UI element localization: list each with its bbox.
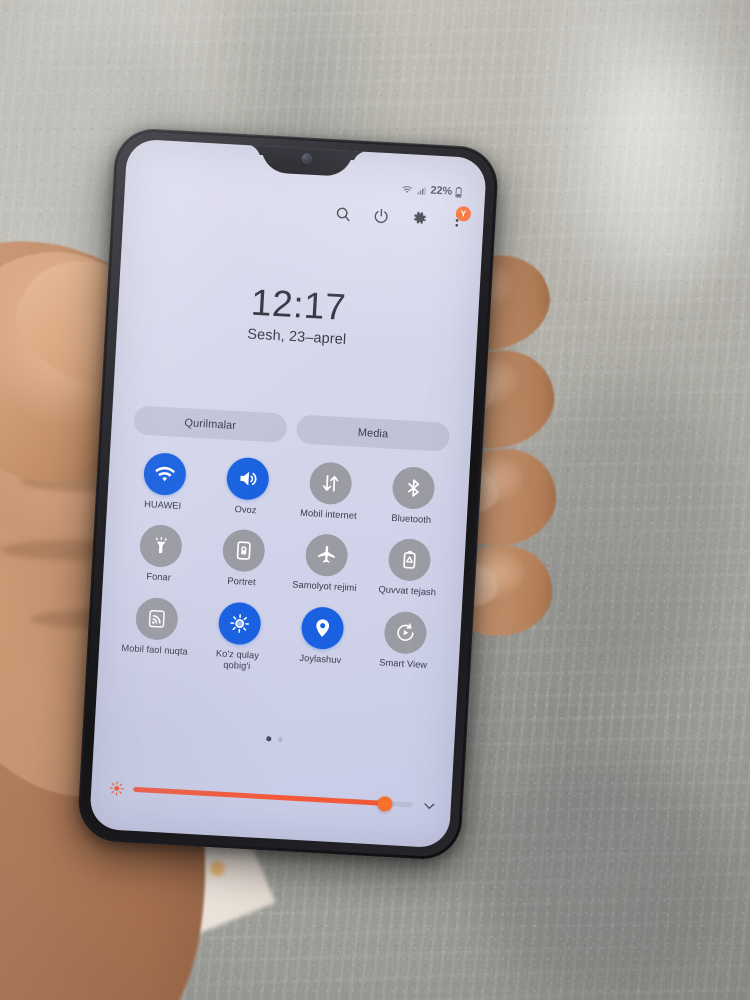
tile-flashlight[interactable]: Fonar — [117, 523, 203, 586]
location-pin-icon — [299, 605, 345, 650]
tile-label: HUAWEI — [143, 498, 182, 512]
tile-label: Quvvat tejash — [378, 584, 437, 598]
more-options-icon[interactable]: Y — [448, 205, 472, 230]
devices-pill[interactable]: Qurilmalar — [133, 405, 288, 443]
battery-percentage: 22% — [430, 184, 453, 198]
page-dot-2[interactable] — [277, 736, 283, 742]
screen-lock-icon — [221, 528, 266, 574]
status-bar: 22% — [401, 183, 462, 198]
power-icon[interactable] — [372, 207, 390, 225]
tile-power-saving[interactable]: Quvvat tejash — [365, 537, 451, 600]
cellular-signal-icon — [416, 184, 428, 196]
quick-settings-panel: 22% Y 12:17 Sesh, 23–aprel Qurilmalar Me… — [89, 138, 487, 848]
smart-view-icon — [382, 610, 428, 655]
battery-icon — [455, 186, 463, 198]
page-indicator — [94, 727, 454, 752]
header-icon-row: Y — [334, 205, 472, 230]
page-dot-1[interactable] — [266, 736, 271, 741]
wifi-icon — [401, 183, 414, 196]
tile-smart-view[interactable]: Smart View — [361, 609, 448, 683]
phone-screen: 22% Y 12:17 Sesh, 23–aprel Qurilmalar Me… — [89, 138, 488, 849]
clock-block: 12:17 Sesh, 23–aprel — [117, 276, 480, 355]
power-saving-icon — [386, 538, 432, 583]
hotspot-icon — [134, 596, 179, 641]
brightness-slider-knob[interactable] — [376, 795, 393, 812]
tile-label: Samolyot rejimi — [292, 579, 357, 594]
tile-label: Portret — [227, 576, 256, 588]
pill-row: Qurilmalar Media — [133, 405, 451, 452]
smartphone: 22% Y 12:17 Sesh, 23–aprel Qurilmalar Me… — [76, 126, 500, 862]
tile-portrait-lock[interactable]: Portret — [200, 528, 286, 591]
bluetooth-icon — [390, 465, 436, 511]
brightness-slider-fill — [133, 786, 386, 806]
airplane-icon — [303, 533, 349, 578]
front-camera-icon — [301, 153, 313, 164]
tile-mobile-hotspot[interactable]: Mobil faol nuqta — [112, 595, 199, 669]
wifi-icon — [142, 451, 187, 497]
tile-label: Fonar — [146, 571, 172, 583]
tile-label: Mobil faol nuqta — [121, 642, 189, 657]
mobile-data-icon — [308, 461, 353, 506]
tile-bluetooth[interactable]: Bluetooth — [370, 465, 456, 528]
photo-scene: 22% Y 12:17 Sesh, 23–aprel Qurilmalar Me… — [0, 0, 750, 1000]
tile-label: Ko'z qulay qobig'i — [215, 647, 260, 672]
tile-eye-comfort-shield[interactable]: Ko'z qulay qobig'i — [195, 600, 282, 674]
eye-comfort-icon — [217, 600, 262, 646]
chevron-down-icon[interactable] — [421, 798, 437, 814]
tile-sound[interactable]: Ovoz — [204, 455, 290, 518]
tile-label: Mobil internet — [299, 507, 357, 521]
notification-badge: Y — [455, 205, 472, 222]
tile-location[interactable]: Joylashuv — [278, 604, 365, 678]
quick-settings-grid: HUAWEI Ovoz Mobil internet Bluetooth Fon… — [112, 451, 455, 684]
brightness-sun-icon — [109, 780, 125, 796]
brightness-slider[interactable] — [133, 786, 413, 812]
tile-label: Smart View — [379, 657, 428, 670]
search-icon[interactable] — [334, 205, 352, 223]
tile-airplane-mode[interactable]: Samolyot rejimi — [283, 532, 369, 595]
tile-wifi[interactable]: HUAWEI — [121, 451, 207, 514]
tile-label: Joylashuv — [299, 652, 342, 665]
tile-label: Ovoz — [234, 504, 257, 516]
settings-gear-icon[interactable] — [410, 209, 428, 227]
flashlight-icon — [138, 524, 183, 569]
media-pill[interactable]: Media — [295, 414, 451, 452]
brightness-row — [109, 780, 437, 813]
sound-icon — [225, 456, 270, 501]
tile-mobile-data[interactable]: Mobil internet — [287, 460, 373, 523]
tile-label: Bluetooth — [391, 512, 432, 526]
